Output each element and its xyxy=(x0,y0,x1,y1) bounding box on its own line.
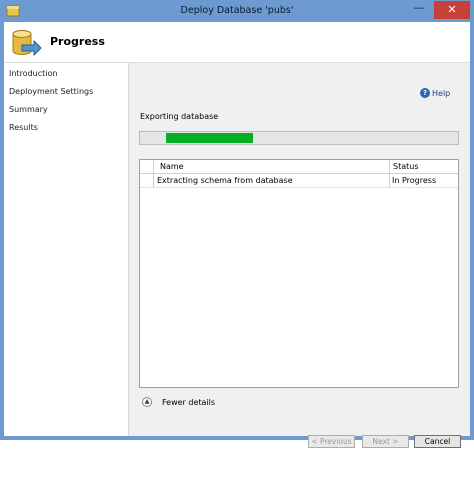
dialog-window: Deploy Database 'pubs' — ✕ Progress Intr… xyxy=(0,0,474,448)
sidebar-item-deployment-settings[interactable]: Deployment Settings xyxy=(9,87,93,96)
row-name-cell: Extracting schema from database xyxy=(157,176,293,185)
previous-button[interactable]: < Previous xyxy=(308,435,355,448)
database-deploy-icon xyxy=(12,30,42,57)
close-button[interactable]: ✕ xyxy=(434,1,470,19)
next-button[interactable]: Next > xyxy=(362,435,409,448)
sidebar-item-summary[interactable]: Summary xyxy=(9,105,48,114)
dialog-client: Progress Introduction Deployment Setting… xyxy=(4,22,470,448)
sidebar-item-results[interactable]: Results xyxy=(9,123,38,132)
progress-bar xyxy=(139,131,459,145)
title-bar[interactable]: Deploy Database 'pubs' — ✕ xyxy=(0,0,474,22)
column-divider[interactable] xyxy=(389,160,390,173)
help-label: Help xyxy=(432,89,451,98)
progress-fill xyxy=(166,133,253,143)
grid-corner-cell xyxy=(140,160,154,173)
row-selector[interactable] xyxy=(140,174,154,187)
chevron-up-icon: ▲ xyxy=(142,397,152,407)
page-title: Progress xyxy=(50,35,105,48)
grid-header: Name Status xyxy=(140,160,458,174)
column-header-status[interactable]: Status xyxy=(393,162,419,171)
window-title: Deploy Database 'pubs' xyxy=(180,5,294,16)
wizard-sidebar: Introduction Deployment Settings Summary… xyxy=(4,63,129,436)
wizard-footer: < Previous Next > Cancel xyxy=(129,428,470,477)
sidebar-item-introduction[interactable]: Introduction xyxy=(9,69,57,78)
table-row[interactable]: Extracting schema from database In Progr… xyxy=(140,174,458,188)
cancel-button[interactable]: Cancel xyxy=(414,435,461,448)
help-icon: ? xyxy=(420,88,430,98)
column-header-name[interactable]: Name xyxy=(160,162,184,171)
main-panel: ? Help Exporting database Name Status Ex… xyxy=(129,63,470,448)
page-header: Progress xyxy=(4,22,470,63)
minimize-button[interactable]: — xyxy=(406,2,432,18)
row-status-cell: In Progress xyxy=(392,176,437,185)
fewer-details-label: Fewer details xyxy=(162,398,216,407)
status-label: Exporting database xyxy=(140,112,219,121)
progress-grid: Name Status Extracting schema from datab… xyxy=(139,159,459,388)
help-link[interactable]: ? Help xyxy=(420,88,451,98)
cell-divider xyxy=(389,174,390,187)
